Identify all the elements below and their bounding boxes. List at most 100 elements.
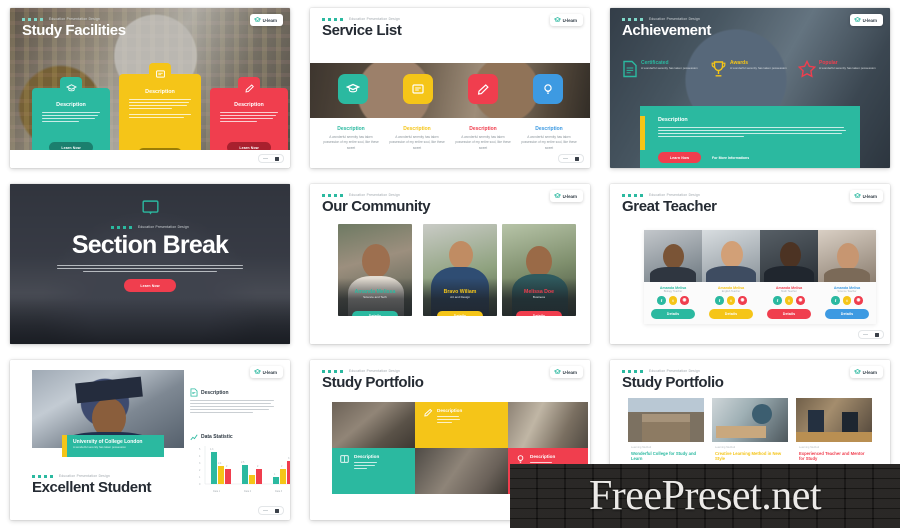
next-arrow-icon[interactable] bbox=[575, 156, 580, 161]
facebook-icon[interactable]: f bbox=[773, 296, 782, 305]
feature-body: A wonderful serenity has taken possessio… bbox=[730, 66, 787, 70]
feature-body: A wonderful serenity has taken possessio… bbox=[641, 66, 698, 70]
tile-heading: Description bbox=[437, 408, 463, 413]
next-arrow-icon[interactable] bbox=[275, 156, 280, 161]
card-body bbox=[42, 112, 100, 122]
details-button[interactable]: Details bbox=[825, 308, 869, 319]
service-icon-2[interactable] bbox=[402, 74, 433, 104]
slide-our-community[interactable]: U-learn Education Presentation Design Ou… bbox=[310, 184, 590, 344]
prev-arrow-icon[interactable] bbox=[262, 158, 268, 159]
y-tick-0: 0 bbox=[199, 483, 201, 486]
pagination-control[interactable] bbox=[558, 154, 584, 163]
portfolio-card-2[interactable]: Learning Method Creative Learning Method… bbox=[712, 398, 788, 462]
teacher-card-1[interactable]: Amanda Melisa Biology Teacher f t ◉ Deta… bbox=[644, 230, 702, 324]
slide-cell-service-list: U-learn Education Presentation Design Se… bbox=[300, 0, 600, 176]
prev-arrow-icon[interactable] bbox=[562, 158, 568, 159]
pagination-control[interactable] bbox=[858, 330, 884, 339]
brand-name: U-learn bbox=[562, 17, 578, 23]
feature-certificated[interactable]: Certificated A wonderful serenity has ta… bbox=[622, 60, 704, 78]
eyebrow: Education Presentation Design bbox=[32, 474, 151, 478]
details-button[interactable]: Details bbox=[352, 311, 398, 316]
slide-header: Education Presentation Design Great Teac… bbox=[622, 193, 717, 215]
brand-logo[interactable]: U-learn bbox=[549, 14, 583, 26]
slide-section-break[interactable]: Education Presentation Design Section Br… bbox=[10, 184, 290, 344]
community-card-2[interactable]: Bravo Wiliam Art and Design Details bbox=[423, 224, 497, 316]
x-tick-data-2: Data 2 bbox=[244, 490, 252, 493]
slide-study-facilities[interactable]: U-learn Education Presentation Design St… bbox=[10, 8, 290, 168]
brand-logo[interactable]: U-learn bbox=[249, 366, 283, 378]
details-button[interactable]: Details bbox=[516, 311, 562, 316]
item-body: A wonderful serenity has taken possessio… bbox=[323, 135, 379, 150]
twitter-icon[interactable]: t bbox=[668, 296, 678, 305]
teacher-card-3[interactable]: Amanda Melisa Math Teacher f t ◉ Details bbox=[760, 230, 818, 324]
bar-label-1: 1 bbox=[274, 473, 276, 476]
portfolio-photo-2 bbox=[712, 398, 788, 442]
community-card-3[interactable]: Melissa Doe Business Details bbox=[502, 224, 576, 316]
social-row: f t ◉ bbox=[820, 296, 874, 305]
achievement-features: Certificated A wonderful serenity has ta… bbox=[622, 60, 880, 78]
service-icon-1[interactable] bbox=[337, 74, 368, 104]
feature-awards[interactable]: Awards A wonderful serenity has taken po… bbox=[710, 60, 792, 78]
prev-arrow-icon[interactable] bbox=[862, 334, 868, 335]
slide-great-teacher[interactable]: U-learn Education Presentation Design Gr… bbox=[610, 184, 890, 344]
slide-service-list[interactable]: U-learn Education Presentation Design Se… bbox=[310, 8, 590, 168]
community-card-1[interactable]: Amanda Melissa Science and Tech Details bbox=[338, 224, 412, 316]
eyebrow: Education Presentation Design bbox=[622, 369, 724, 373]
details-button[interactable]: Details bbox=[437, 311, 483, 316]
brand-logo[interactable]: U-learn bbox=[249, 14, 283, 26]
twitter-icon[interactable]: t bbox=[784, 296, 794, 305]
tile-body bbox=[437, 416, 462, 424]
pencil-badge bbox=[238, 77, 260, 99]
details-button[interactable]: Details bbox=[767, 308, 811, 319]
teacher-card-4[interactable]: Amanda Melisa Science Teacher f t ◉ Deta… bbox=[818, 230, 876, 324]
item-heading: Description bbox=[403, 126, 431, 132]
brand-logo[interactable]: U-learn bbox=[549, 366, 583, 378]
brand-logo[interactable]: U-learn bbox=[849, 14, 883, 26]
facebook-icon[interactable]: f bbox=[831, 296, 840, 305]
slide-achievement[interactable]: U-learn Education Presentation Design Ac… bbox=[610, 8, 890, 168]
service-icon-4[interactable] bbox=[532, 74, 563, 104]
teacher-panel: Amanda Melisa Biology Teacher f t ◉ Deta… bbox=[644, 230, 876, 324]
twitter-icon[interactable]: t bbox=[726, 296, 736, 305]
next-arrow-icon[interactable] bbox=[875, 332, 880, 337]
pencil-icon bbox=[244, 84, 254, 93]
pagination-control[interactable] bbox=[258, 506, 284, 515]
pencil-icon bbox=[424, 408, 433, 417]
instagram-icon[interactable]: ◉ bbox=[738, 296, 747, 305]
pagination-control[interactable] bbox=[258, 154, 284, 163]
eyebrow-label: Education Presentation Design bbox=[349, 193, 401, 197]
teacher-card-2[interactable]: Amanda Melisa English Teacher f t ◉ Deta… bbox=[702, 230, 760, 324]
next-arrow-icon[interactable] bbox=[275, 508, 280, 513]
details-button[interactable]: Details bbox=[709, 308, 753, 319]
facebook-icon[interactable]: f bbox=[715, 296, 724, 305]
tile-heading: Description bbox=[530, 454, 556, 459]
details-button[interactable]: Details bbox=[651, 308, 695, 319]
prev-arrow-icon[interactable] bbox=[262, 510, 268, 511]
more-info-link[interactable]: For More Informations bbox=[712, 156, 749, 160]
mosaic-tile-teal[interactable]: Description bbox=[332, 448, 415, 494]
portfolio-card-3[interactable]: Learning Method Experienced Teacher and … bbox=[796, 398, 872, 462]
learn-now-button[interactable]: Learn Now bbox=[658, 152, 701, 163]
mosaic-tile-yellow[interactable]: Description bbox=[415, 402, 508, 448]
facebook-icon[interactable]: f bbox=[657, 296, 666, 305]
bulb-icon bbox=[543, 84, 552, 94]
brand-logo[interactable]: U-learn bbox=[549, 190, 583, 202]
item-body: A wonderful serenity has taken possessio… bbox=[455, 135, 511, 150]
bar-label-4-3: 4.3 bbox=[210, 448, 214, 451]
instagram-icon[interactable]: ◉ bbox=[854, 296, 863, 305]
teacher-role: Science Teacher bbox=[837, 290, 857, 293]
service-icon-3[interactable] bbox=[467, 74, 498, 104]
instagram-icon[interactable]: ◉ bbox=[680, 296, 689, 305]
page-title: Achievement bbox=[622, 22, 711, 39]
brand-logo[interactable]: U-learn bbox=[849, 190, 883, 202]
learn-now-button[interactable]: Learn Now bbox=[124, 279, 176, 293]
feature-popular[interactable]: Popular A wonderful serenity has taken p… bbox=[798, 60, 880, 78]
eyebrow-label: Education Presentation Design bbox=[649, 193, 701, 197]
slide-excellent-student[interactable]: U-learn University of College London A w… bbox=[10, 360, 290, 520]
brand-logo[interactable]: U-learn bbox=[849, 366, 883, 378]
brand-name: U-learn bbox=[562, 369, 578, 375]
portfolio-card-1[interactable]: Learning Method Wonderful College for St… bbox=[628, 398, 704, 462]
twitter-icon[interactable]: t bbox=[842, 296, 852, 305]
instagram-icon[interactable]: ◉ bbox=[796, 296, 805, 305]
bar-label-2b: 2 bbox=[257, 465, 259, 468]
